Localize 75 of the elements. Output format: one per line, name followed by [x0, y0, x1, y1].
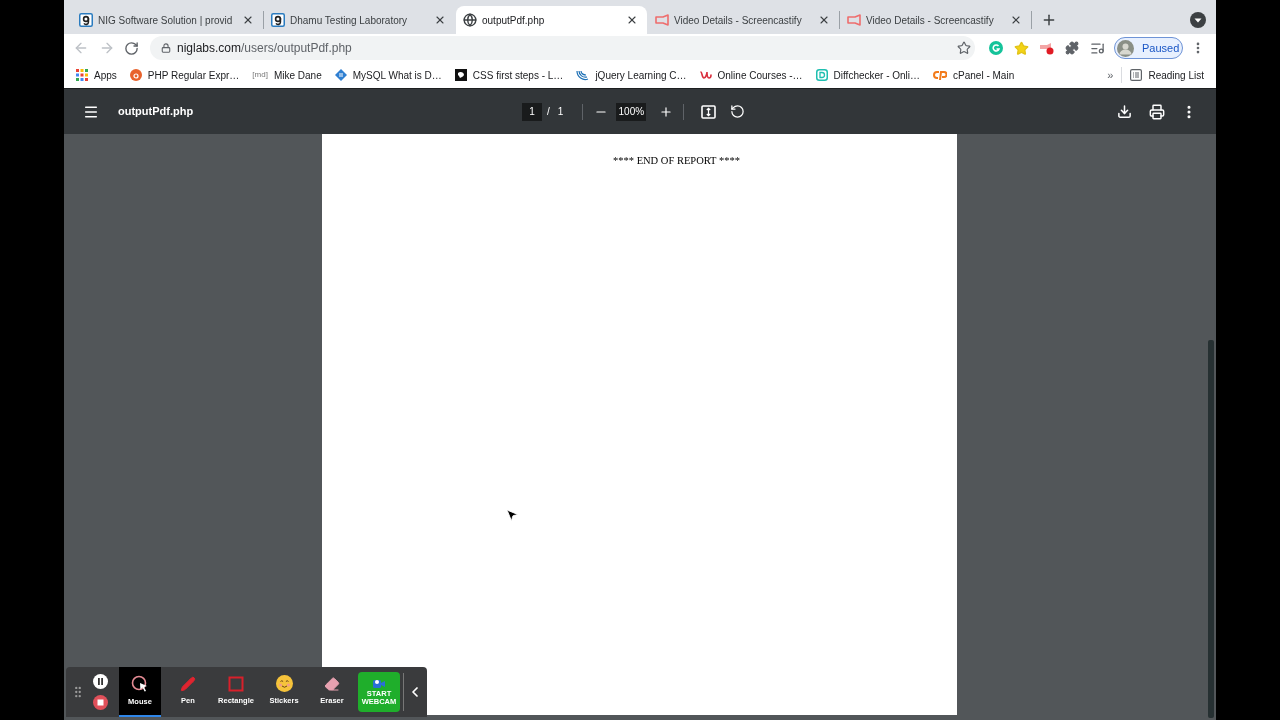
document-text: **** END OF REPORT ****: [613, 155, 740, 166]
file-name: outputPdf.php: [118, 104, 194, 120]
bookmark-label: MySQL What is D…: [352, 68, 442, 83]
cursor-icon: [505, 508, 519, 522]
cursor-circle-icon: [131, 674, 149, 693]
pencil-icon: [180, 675, 196, 692]
stop-icon[interactable]: [93, 695, 108, 710]
diamond-logo-icon: [334, 69, 347, 81]
pause-icon[interactable]: [93, 674, 108, 689]
apps-grid-icon: [76, 69, 88, 81]
megaphone-logo-icon: [655, 14, 669, 26]
url-text: niglabs.com/users/outputPdf.php: [177, 40, 352, 57]
download-icon[interactable]: [1117, 104, 1132, 119]
rounded-square-logo-icon: [815, 69, 828, 81]
bookmark-label: PHP Regular Expr…: [147, 68, 240, 83]
megaphone-logo-icon: [847, 14, 861, 26]
squiggle-logo-icon: [699, 69, 712, 81]
bookmark-label: Online Courses -…: [717, 68, 803, 83]
extensions-icon[interactable]: [1065, 41, 1079, 55]
page-separator: /: [547, 105, 550, 119]
bookmark-item[interactable]: PHP Regular Expr…: [129, 67, 240, 83]
logo-icon: [271, 13, 285, 27]
bookmark-item[interactable]: MySQL What is D…: [334, 67, 442, 83]
avatar-icon: [1117, 39, 1134, 57]
bookmark-label: Diffchecker - Onli…: [833, 68, 921, 83]
bookmark-item[interactable]: jQuery Learning C…: [576, 67, 687, 83]
media-icon[interactable]: [1090, 40, 1105, 56]
browser-tab[interactable]: Dhamu Testing Laboratory: [264, 6, 455, 34]
browser-tab[interactable]: Video Details - Screencastify: [648, 6, 839, 34]
scrollbar[interactable]: [1208, 340, 1214, 718]
bookmark-item[interactable]: Apps: [76, 67, 117, 83]
star-icon[interactable]: [1014, 40, 1029, 56]
bookmark-item[interactable]: CSS first steps - L…: [454, 67, 564, 83]
bookmark-star-icon[interactable]: [957, 41, 971, 55]
browser-tab[interactable]: outputPdf.php: [456, 6, 647, 34]
swoosh-logo-icon: [933, 69, 948, 81]
zoom-field[interactable]: 100%: [616, 102, 647, 121]
circle-logo-icon: [129, 69, 142, 81]
square-logo-icon: [454, 69, 467, 81]
webcam-icon: [373, 678, 385, 689]
page-input[interactable]: 1: [522, 102, 542, 121]
profile-button[interactable]: Paused: [1114, 37, 1183, 59]
bookmark-label: Mike Dane: [273, 68, 322, 83]
lock-icon: [161, 43, 171, 53]
tab-search-icon[interactable]: [1190, 12, 1206, 28]
more-bookmarks-button[interactable]: »: [1107, 66, 1114, 84]
print-icon[interactable]: [1149, 103, 1165, 120]
bookmark-item[interactable]: cPanel - Main: [933, 67, 1015, 83]
bookmark-item[interactable]: Online Courses -…: [699, 67, 803, 83]
reading-list-button[interactable]: Reading List: [1130, 67, 1204, 83]
square-icon: [228, 675, 244, 692]
browser-tab[interactable]: Video Details - Screencastify: [840, 6, 1031, 34]
browser-tab[interactable]: NIG Software Solution | provid: [72, 6, 263, 34]
reload-icon[interactable]: [124, 40, 139, 56]
bookmark-item[interactable]: [md] Mike Dane: [252, 67, 322, 83]
zoom-in-icon[interactable]: [659, 104, 674, 119]
swirl-logo-icon: [576, 69, 590, 81]
fit-page-icon[interactable]: [701, 104, 717, 119]
address-bar[interactable]: niglabs.com/users/outputPdf.php: [150, 36, 975, 60]
bookmark-item[interactable]: Diffchecker - Onli…: [815, 67, 921, 83]
page-count: 1: [557, 105, 564, 119]
eraser-icon: [324, 675, 340, 692]
favicon-text: [md]: [252, 69, 268, 81]
globe-icon: [463, 13, 477, 27]
list-icon: [1130, 69, 1143, 81]
logo-icon: [79, 13, 93, 27]
new-tab-icon[interactable]: [1041, 12, 1057, 28]
bookmark-label: CSS first steps - L…: [472, 68, 564, 83]
smiley-icon: [275, 675, 293, 693]
bookmark-label: Apps: [94, 68, 117, 83]
bookmark-label: jQuery Learning C…: [595, 68, 687, 83]
reading-list-label: Reading List: [1148, 68, 1204, 83]
bookmark-label: cPanel - Main: [953, 68, 1015, 83]
recording-icon[interactable]: [1039, 41, 1054, 55]
rotate-icon[interactable]: [730, 104, 746, 119]
